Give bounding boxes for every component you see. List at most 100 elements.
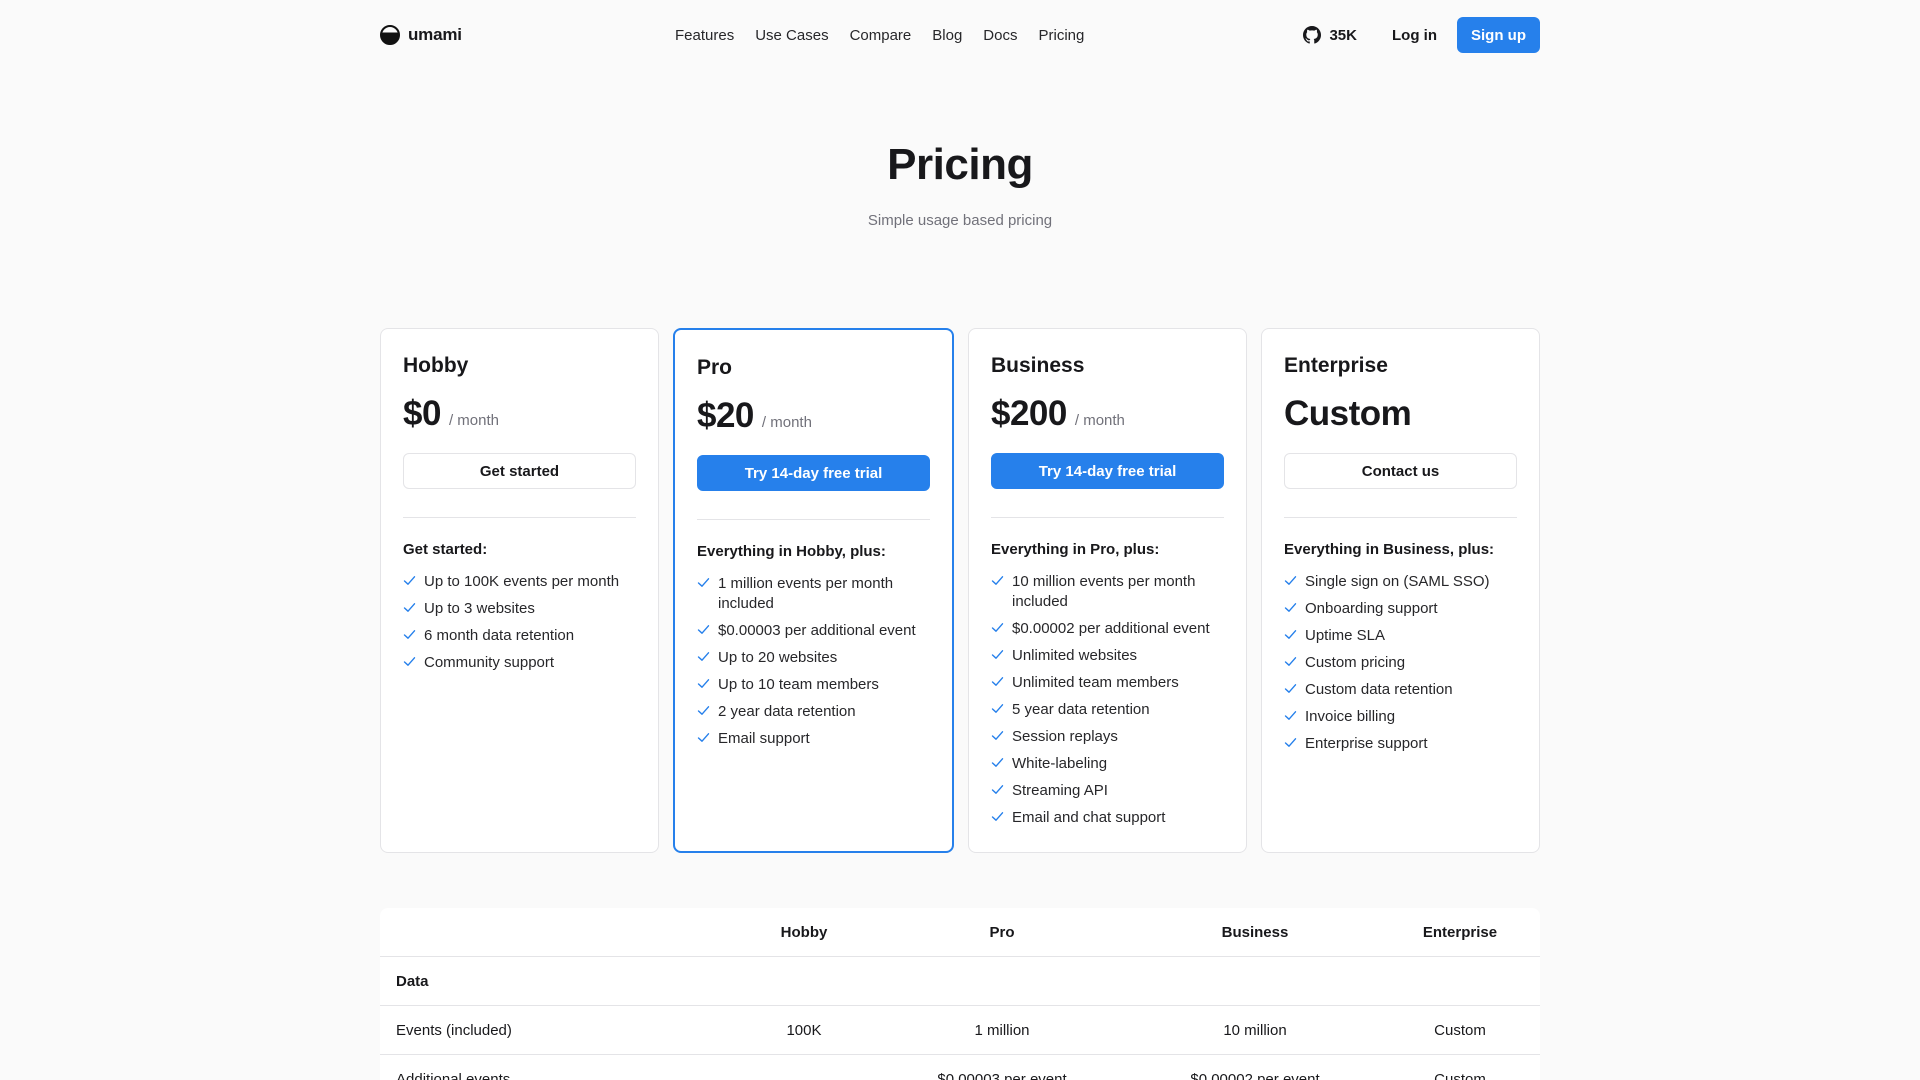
card-divider <box>1284 517 1517 518</box>
github-stars: 35K <box>1329 26 1357 44</box>
plan-period: / month <box>1074 412 1125 429</box>
check-icon <box>991 704 1004 713</box>
signup-button[interactable]: Sign up <box>1457 17 1540 53</box>
plan-card-enterprise: Enterprise Custom Contact us Everything in … <box>1261 328 1540 853</box>
plan-cta-button[interactable]: Try 14-day free trial <box>991 453 1224 489</box>
check-icon <box>991 623 1004 632</box>
site-header: umami Features Use Cases Compare Blog Do… <box>380 16 1540 54</box>
feature-text: Up to 3 websites <box>424 600 535 617</box>
feature-text: Single sign on (SAML SSO) <box>1305 573 1490 590</box>
feature-text: 1 million events per month included <box>718 575 894 612</box>
check-icon <box>697 625 710 634</box>
check-icon <box>1284 738 1297 747</box>
card-divider <box>991 517 1224 518</box>
feature-text: White-labeling <box>1012 755 1108 772</box>
feature-item: $0.00003 per additional event <box>697 621 930 641</box>
umami-logo-icon <box>380 25 400 45</box>
price-row: $0 / month <box>403 394 636 438</box>
price-row: $20 / month <box>697 396 930 440</box>
plan-name: Enterprise <box>1284 354 1388 377</box>
feature-text: Enterprise support <box>1305 735 1428 752</box>
nav-item-docs[interactable]: Docs <box>983 27 1017 44</box>
feature-item: Email and chat support <box>991 808 1224 828</box>
feature-item: 6 month data retention <box>403 626 636 646</box>
check-icon <box>991 758 1004 767</box>
github-link[interactable]: 35K <box>1303 26 1357 44</box>
feature-text: 10 million events per month included <box>1012 573 1196 610</box>
check-icon <box>991 677 1004 686</box>
check-icon <box>403 576 416 585</box>
pricing-page: umami Features Use Cases Compare Blog Do… <box>0 0 1920 1080</box>
plan-cta-button[interactable]: Contact us <box>1284 453 1517 489</box>
feature-text: Email support <box>718 730 810 747</box>
feature-item: Community support <box>403 653 636 673</box>
table-cell: 100K <box>786 1022 822 1039</box>
plan-name: Hobby <box>403 354 469 377</box>
check-icon <box>1284 630 1297 639</box>
plan-price: $200 <box>991 394 1067 433</box>
feature-item: $0.00002 per additional event <box>991 619 1224 639</box>
feature-text: Community support <box>424 654 555 671</box>
plan-cta-button[interactable]: Get started <box>403 453 636 489</box>
feature-item: Single sign on (SAML SSO) <box>1284 572 1517 592</box>
page-title: Pricing <box>887 140 1033 189</box>
logo[interactable]: umami <box>380 25 462 45</box>
feature-text: Streaming API <box>1012 782 1108 799</box>
brand-name: umami <box>408 25 462 44</box>
feature-text: Up to 10 team members <box>718 676 879 693</box>
price-row: Custom <box>1284 394 1517 438</box>
check-icon <box>991 731 1004 740</box>
plan-price: Custom <box>1284 394 1412 433</box>
check-icon <box>697 706 710 715</box>
feature-text: Uptime SLA <box>1305 627 1386 644</box>
feature-item: Up to 10 team members <box>697 675 930 695</box>
plan-period: / month <box>448 412 499 429</box>
main-nav: Features Use Cases Compare Blog Docs Pri… <box>675 16 1084 54</box>
feature-text: Onboarding support <box>1305 600 1438 617</box>
plan-card-hobby: Hobby $0 / month Get started Get started: Up … <box>380 328 659 853</box>
feature-text: Unlimited websites <box>1012 647 1138 664</box>
plan-name: Pro <box>697 356 733 379</box>
check-icon <box>697 733 710 742</box>
feature-text: $0.00002 per additional event <box>1012 620 1210 637</box>
check-icon <box>1284 711 1297 720</box>
plan-card-business: Business $200 / month Try 14-day free trial… <box>968 328 1247 853</box>
feature-text: Custom data retention <box>1305 681 1453 698</box>
nav-item-use-cases[interactable]: Use Cases <box>755 27 828 44</box>
feature-item: 2 year data retention <box>697 702 930 722</box>
table-row: Events (included) 100K 1 million 10 mill… <box>380 1006 1540 1055</box>
check-icon <box>697 578 710 587</box>
table-cell: 10 million <box>1223 1022 1287 1039</box>
column-header-business: Business <box>1221 924 1289 941</box>
page-subtitle: Simple usage based pricing <box>867 212 1053 229</box>
check-icon <box>697 652 710 661</box>
feature-item: 10 million events per month included <box>991 572 1224 612</box>
plan-cta-button[interactable]: Try 14-day free trial <box>697 455 930 491</box>
feature-item: Session replays <box>991 727 1224 747</box>
feature-item: Streaming API <box>991 781 1224 801</box>
plan-name: Business <box>991 354 1085 377</box>
github-icon <box>1303 26 1322 44</box>
feature-list: Up to 100K events per month Up to 3 websi… <box>403 572 636 673</box>
nav-item-blog[interactable]: Blog <box>932 27 962 44</box>
nav-item-features[interactable]: Features <box>675 27 734 44</box>
feature-item: Uptime SLA <box>1284 626 1517 646</box>
check-icon <box>403 657 416 666</box>
table-header-row: Hobby Pro Business Enterprise <box>380 908 1540 957</box>
check-icon <box>1284 657 1297 666</box>
features-heading: Everything in Business, plus: <box>1284 541 1495 558</box>
feature-text: 2 year data retention <box>718 703 856 720</box>
feature-item: Up to 100K events per month <box>403 572 636 592</box>
table-cell: 1 million <box>974 1022 1030 1039</box>
plan-period: / month <box>761 414 812 431</box>
login-link[interactable]: Log in <box>1392 27 1437 44</box>
feature-list: Single sign on (SAML SSO) Onboarding supp… <box>1284 572 1517 754</box>
check-icon <box>1284 684 1297 693</box>
nav-item-pricing[interactable]: Pricing <box>1038 27 1084 44</box>
section-label: Data <box>396 973 429 990</box>
nav-item-compare[interactable]: Compare <box>850 27 912 44</box>
table-cell: Custom <box>1434 1022 1486 1039</box>
feature-item: Custom pricing <box>1284 653 1517 673</box>
feature-item: Custom data retention <box>1284 680 1517 700</box>
check-icon <box>991 785 1004 794</box>
